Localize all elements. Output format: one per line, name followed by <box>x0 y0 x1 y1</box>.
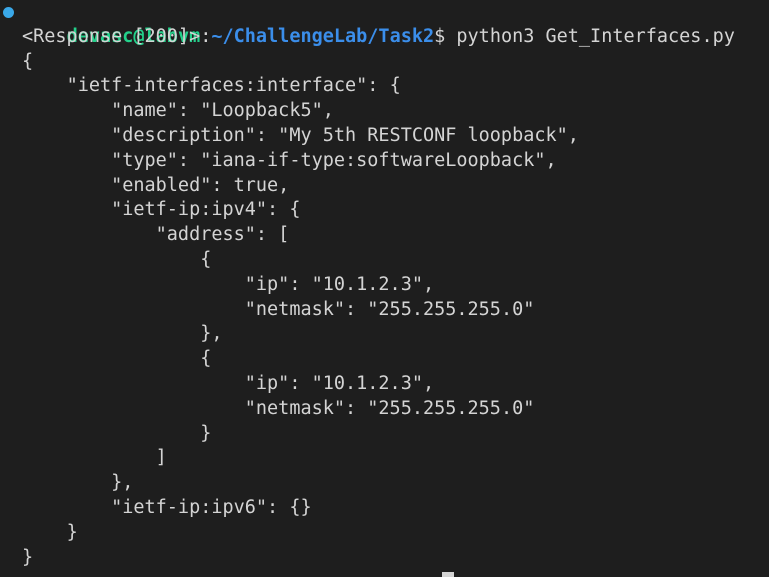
output-line-text: "ietf-ip:ipv4": { <box>111 199 301 221</box>
output-line: "name": "Loopback5", <box>0 99 769 124</box>
output-line: } <box>0 521 769 546</box>
output-indent <box>22 373 245 394</box>
output-line: "ip": "10.1.2.3", <box>0 273 769 298</box>
output-line: } <box>0 422 769 447</box>
output-indent <box>22 348 200 369</box>
output-line-text: "ip": "10.1.2.3", <box>244 372 435 394</box>
output-line-text: { <box>200 248 212 270</box>
output-indent <box>22 299 245 320</box>
output-line: "netmask": "255.255.255.0" <box>0 397 769 422</box>
output-line-text: } <box>200 422 212 444</box>
output-indent <box>22 125 111 146</box>
output-line: }, <box>0 322 769 347</box>
output-line-text: "address": [ <box>155 224 290 246</box>
output-indent <box>22 175 111 196</box>
output-line: "address": [ <box>0 223 769 248</box>
output-indent <box>22 75 67 96</box>
output-line-text: "ietf-interfaces:interface": { <box>66 75 401 97</box>
output-indent <box>22 249 200 270</box>
command-output: <Response [200]> { "ietf-interfaces:inter… <box>0 25 769 571</box>
output-indent <box>22 199 111 220</box>
output-line-text: } <box>22 546 34 568</box>
output-line: "ietf-ip:ipv4": { <box>0 198 769 223</box>
output-line-text: { <box>200 348 212 370</box>
output-indent <box>22 472 111 493</box>
output-line-text: "ietf-ip:ipv6": {} <box>111 496 312 518</box>
output-indent <box>22 274 245 295</box>
output-line-text: { <box>22 50 34 72</box>
output-indent <box>22 447 156 468</box>
terminal-cursor-icon <box>442 572 454 577</box>
output-line: "ietf-interfaces:interface": { <box>0 74 769 99</box>
output-indent <box>22 224 156 245</box>
output-line-text: ] <box>155 447 167 469</box>
output-line: "ietf-ip:ipv6": {} <box>0 496 769 521</box>
output-line-text: "type": "iana-if-type:softwareLoopback", <box>111 149 557 171</box>
output-indent <box>22 398 245 419</box>
output-line-text: "enabled": true, <box>111 174 290 196</box>
output-indent <box>22 150 111 171</box>
output-line-text: "ip": "10.1.2.3", <box>244 273 435 295</box>
output-indent <box>22 522 67 543</box>
output-line: "description": "My 5th RESTCONF loopback… <box>0 124 769 149</box>
output-line: { <box>0 50 769 75</box>
output-line-text: } <box>66 521 78 543</box>
command-status-dot-icon <box>3 7 14 18</box>
output-line: { <box>0 347 769 372</box>
output-line: "type": "iana-if-type:softwareLoopback", <box>0 149 769 174</box>
output-line-text: "netmask": "255.255.255.0" <box>244 298 535 320</box>
output-line-text: "netmask": "255.255.255.0" <box>244 397 535 419</box>
output-line: }, <box>0 471 769 496</box>
output-line: ] <box>0 446 769 471</box>
output-line-text: }, <box>111 472 134 494</box>
output-indent <box>22 100 111 121</box>
output-indent <box>22 423 200 444</box>
output-line: { <box>0 248 769 273</box>
output-line: "netmask": "255.255.255.0" <box>0 298 769 323</box>
output-indent <box>22 323 200 344</box>
output-line: <Response [200]> <box>0 25 769 50</box>
output-line-text: }, <box>200 323 223 345</box>
output-line-text: "name": "Loopback5", <box>111 100 334 122</box>
output-indent <box>22 497 111 518</box>
output-line-text: "description": "My 5th RESTCONF loopback… <box>111 124 579 146</box>
output-line-text: <Response [200]> <box>22 25 201 47</box>
output-line: "enabled": true, <box>0 174 769 199</box>
command-prompt-line: devasc@labvm:~/ChallengeLab/Task2$ pytho… <box>0 0 769 47</box>
output-line: "ip": "10.1.2.3", <box>0 372 769 397</box>
output-line: } <box>0 546 769 571</box>
terminal-window[interactable]: devasc@labvm:~/ChallengeLab/Task2$ pytho… <box>0 0 769 577</box>
